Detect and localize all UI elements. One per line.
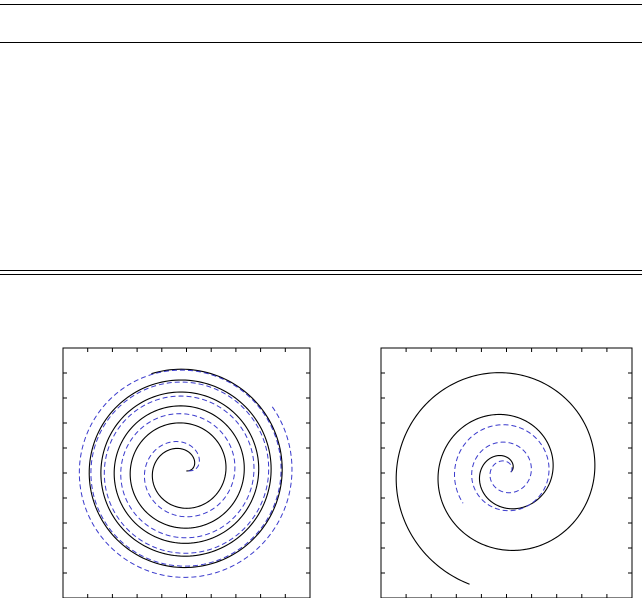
- left-spiral-panel: [62, 347, 311, 598]
- right-spiral-panel: [380, 347, 633, 598]
- left-panel-curves: [78, 368, 293, 578]
- spiral-figure: [62, 347, 633, 598]
- right-panel-curves: [395, 372, 596, 585]
- dashed-spiral-curve: [78, 369, 293, 578]
- solid-spiral-curve: [395, 372, 596, 585]
- left-panel-frame: [62, 347, 311, 598]
- dashed-spiral-curve: [454, 424, 550, 512]
- left-panel-ticks: [63, 348, 310, 598]
